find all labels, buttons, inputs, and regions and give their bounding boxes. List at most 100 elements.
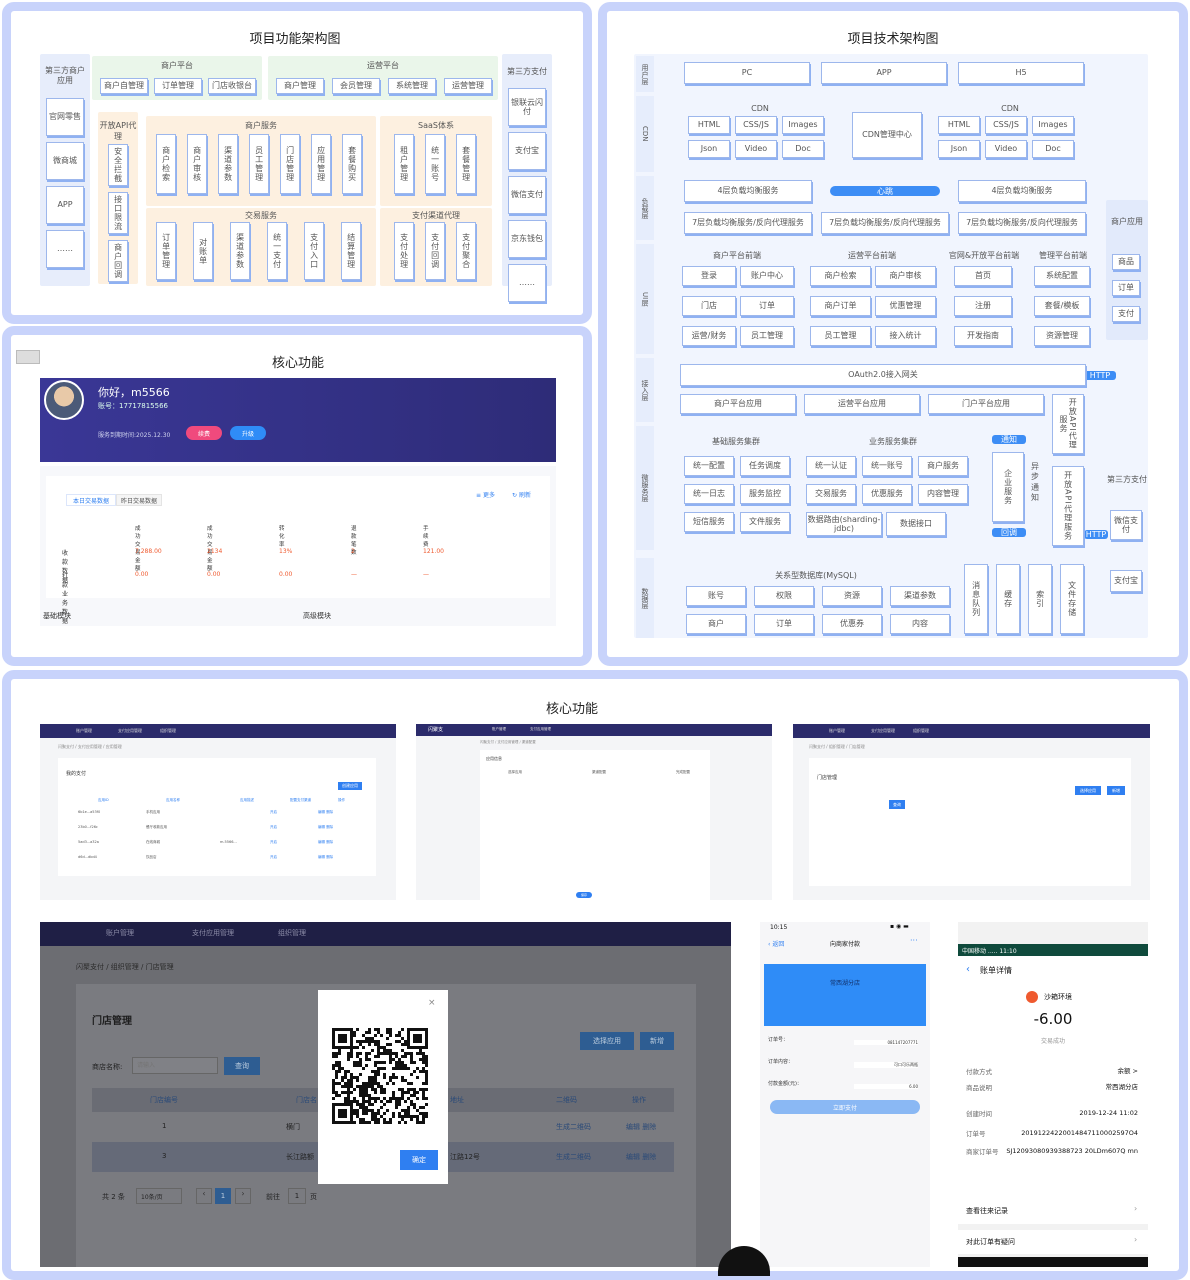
shot3-nav <box>793 724 1150 738</box>
shot1-cell-2-0: 5ad3...a32a <box>78 840 99 844</box>
shot2-logo: 闪聚支 <box>428 727 444 733</box>
store-next-button[interactable]: › <box>235 1188 251 1204</box>
modal-close-icon[interactable]: × <box>428 998 436 1008</box>
user-endpoint-1: APP <box>821 62 947 84</box>
tab-yesterday[interactable]: 昨日交易数据 <box>116 494 162 506</box>
shot1-cell-0-3[interactable]: 开启 <box>270 810 277 815</box>
core-row-1-val-1: 0.00 <box>207 571 221 578</box>
store-nav-0[interactable]: 账户管理 <box>106 928 134 938</box>
store-name-input[interactable] <box>132 1057 218 1074</box>
more-label: 更多 <box>482 492 495 499</box>
refresh-link[interactable]: ↻ 刷新 <box>512 490 531 499</box>
shot2-nav-0[interactable]: 账户管理 <box>492 727 506 732</box>
store-col-2: 地址 <box>450 1096 464 1104</box>
ui-1-item-2: 商户订单 <box>810 296 871 316</box>
shot1-cell-0-4[interactable]: 编辑 删除 <box>318 810 333 815</box>
shot2-save-button[interactable]: 保存 <box>576 892 592 898</box>
mobile-more-icon[interactable]: ··· <box>910 936 918 945</box>
shot1-cell-1-3[interactable]: 开启 <box>270 825 277 830</box>
shot1-cell-1-4[interactable]: 编辑 删除 <box>318 825 333 830</box>
expire: 服务到期时间:2025.12.30 <box>98 432 171 439</box>
shot1-col-3: 配置支付渠道 <box>290 798 311 802</box>
openapi-proxy-1: 开放API代理服务 <box>1052 394 1084 454</box>
store-per-page[interactable]: 10条/页 <box>136 1188 182 1204</box>
store-col-4: 操作 <box>632 1096 646 1104</box>
question-label: 对此订单有疑问 <box>966 1238 1015 1246</box>
shot3-select-button[interactable]: 选择应用 <box>1075 786 1101 795</box>
ui-0-item-2: 门店 <box>682 296 736 316</box>
shot1-cell-0-0: 6b1e...a53f0 <box>78 810 101 814</box>
shot1-nav-0[interactable]: 账户管理 <box>76 728 92 734</box>
cdn2-item-1: CSS/JS <box>985 116 1027 134</box>
store-goto-label: 前往 <box>266 1193 280 1201</box>
bill-back-icon[interactable]: ‹ <box>966 964 970 975</box>
store-cell-0-0: 1 <box>162 1122 167 1130</box>
lb7-0: 7层负载均衡服务/反向代理服务 <box>684 212 812 234</box>
async-notify: 异步通知 <box>1031 462 1039 503</box>
core-row-0-val-2: 13% <box>279 548 293 555</box>
base-service-2: 统一日志 <box>684 484 734 504</box>
pay3-tech-item-1: 支付宝 <box>1110 570 1142 592</box>
store-cell-0-4[interactable]: 编辑 删除 <box>626 1122 656 1132</box>
store-goto-input[interactable]: 1 <box>288 1188 306 1204</box>
shot1-create-button[interactable]: 创建应用 <box>338 782 362 790</box>
upgrade-button[interactable]: 升级 <box>230 426 266 440</box>
renew-button[interactable]: 续费 <box>186 426 222 440</box>
store-prev-button[interactable]: ‹ <box>196 1188 212 1204</box>
mobile-back-label: 返回 <box>772 941 785 948</box>
mobile-back-button[interactable]: ‹ 返回 <box>768 939 784 948</box>
core-col-2: 转化率 <box>279 526 285 548</box>
bill-row-label-0: 付款方式 <box>966 1068 992 1076</box>
store-nav-1[interactable]: 支付应用管理 <box>192 928 234 938</box>
pay3-tech-label: 第三方支付 <box>1107 475 1147 484</box>
store-cell-1-3[interactable]: 生成二维码 <box>556 1152 591 1162</box>
bill-row-label-1: 商品说明 <box>966 1084 992 1092</box>
ui-2-item-1: 注册 <box>954 296 1012 316</box>
biz-service-6: 数据路由(sharding-jdbc) <box>806 512 882 536</box>
biz-service-3: 交易服务 <box>806 484 856 504</box>
shot3-heading: 门店管理 <box>817 775 838 781</box>
openapi-proxy-2: 开放API代理服务 <box>1052 466 1084 546</box>
mobile-field-value-1: 可口可乐两瓶 <box>854 1062 918 1068</box>
shot2-step-2: 完成配置 <box>676 770 690 774</box>
store-cell-1-4[interactable]: 编辑 删除 <box>626 1152 656 1162</box>
biz-service-2: 商户服务 <box>918 456 968 476</box>
tab-today[interactable]: 本日交易数据 <box>66 494 116 506</box>
shot2-nav-1[interactable]: 支付应用管理 <box>530 727 551 732</box>
cdn2-item-2: Images <box>1032 116 1074 134</box>
cdn2-item-3: Json <box>938 140 980 158</box>
store-add-button[interactable]: 新增 <box>640 1032 674 1050</box>
shot1-nav-2[interactable]: 组织管理 <box>160 728 176 734</box>
store-1: 缓存 <box>996 564 1020 634</box>
store-nav-2[interactable]: 组织管理 <box>278 928 306 938</box>
shot3-nav-2[interactable]: 组织管理 <box>913 728 929 734</box>
ui-1-item-4: 员工管理 <box>810 326 871 346</box>
store-search-button[interactable]: 查询 <box>224 1057 260 1075</box>
shot3-nav-0[interactable]: 账户管理 <box>829 728 845 734</box>
access-app-0: 商户平台应用 <box>680 394 796 414</box>
shot1-cell-3-4[interactable]: 编辑 删除 <box>318 855 333 860</box>
store-heading: 门店管理 <box>92 1016 132 1027</box>
callback-arrow: 回调 <box>992 528 1026 537</box>
shot3-search-button[interactable]: 查询 <box>889 800 905 809</box>
mobile-field-value-2: 6.00 <box>854 1084 918 1089</box>
store-select-app-button[interactable]: 选择应用 <box>580 1032 634 1050</box>
shot1-cell-3-3[interactable]: 开启 <box>270 855 277 860</box>
shot3-add-button[interactable]: 新增 <box>1107 786 1125 795</box>
shot1-cell-2-3[interactable]: 开启 <box>270 840 277 845</box>
shot2-nav <box>416 724 772 736</box>
shot1-cell-2-1: 在线商城 <box>146 840 160 844</box>
base-service-4: 短信服务 <box>684 512 734 532</box>
store-cell-0-3[interactable]: 生成二维码 <box>556 1122 591 1132</box>
qr-code <box>332 1028 428 1124</box>
more-link[interactable]: ≡ 更多 <box>476 490 495 499</box>
layer-6: 数据层 <box>636 558 654 638</box>
shot1-cell-2-4[interactable]: 编辑 删除 <box>318 840 333 845</box>
shot1-nav-1[interactable]: 支付应用管理 <box>118 728 142 734</box>
shot2-step-0: 选择应用 <box>508 770 522 774</box>
modal-confirm-button[interactable]: 确定 <box>400 1150 438 1170</box>
shot3-nav-1[interactable]: 支付应用管理 <box>871 728 895 734</box>
mobile-pay-button[interactable]: 立即支付 <box>770 1100 920 1114</box>
store-page-button[interactable]: 1 <box>215 1188 231 1204</box>
bill-row-label-2: 创建时间 <box>966 1110 992 1118</box>
